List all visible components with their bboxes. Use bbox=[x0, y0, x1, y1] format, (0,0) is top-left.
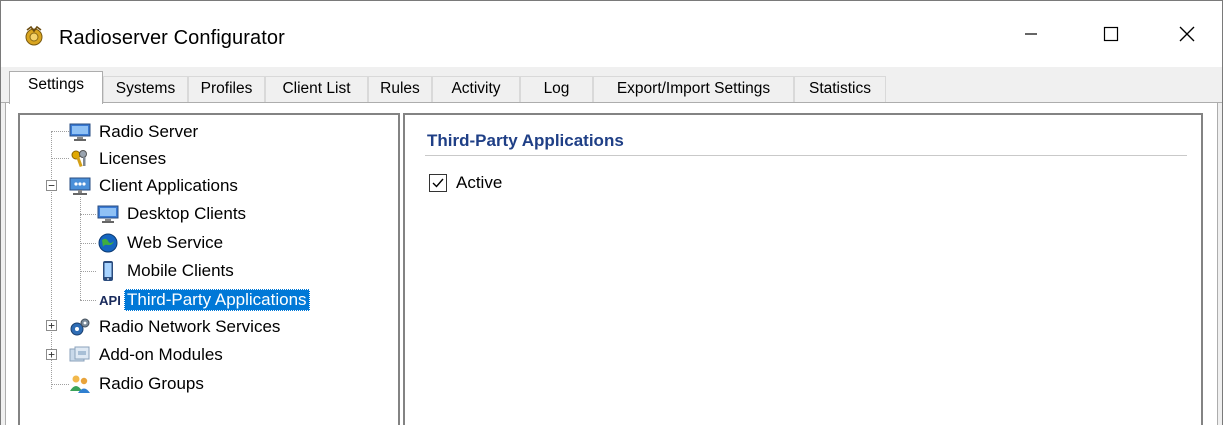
tree-connector bbox=[80, 197, 81, 300]
tree-item-radio-network-services[interactable]: Radio Network Services bbox=[68, 314, 283, 340]
phone-icon bbox=[96, 260, 120, 282]
checkmark-icon bbox=[432, 178, 444, 188]
tree-item-radio-groups[interactable]: Radio Groups bbox=[68, 371, 207, 397]
maximize-icon bbox=[1103, 26, 1119, 42]
title-bar[interactable]: Radioserver Configurator bbox=[1, 1, 1222, 67]
tab-label: Statistics bbox=[808, 80, 871, 97]
tab-label: Log bbox=[543, 80, 570, 97]
tab-label: Profiles bbox=[200, 80, 253, 97]
tab-label: Settings bbox=[27, 76, 84, 93]
details-panel: Third-Party Applications Active bbox=[403, 113, 1203, 425]
section-divider bbox=[425, 155, 1187, 156]
tree-item-label: Radio Groups bbox=[99, 374, 204, 393]
app-window: Radioserver Configurator Settings System… bbox=[0, 0, 1223, 425]
tree-item-third-party-applications[interactable]: API Third-Party Applications bbox=[96, 287, 310, 313]
tree-item-label: Add-on Modules bbox=[99, 345, 223, 364]
tab-label: Activity bbox=[451, 80, 501, 97]
active-checkbox[interactable] bbox=[429, 174, 447, 192]
tree-item-desktop-clients[interactable]: Desktop Clients bbox=[96, 201, 249, 227]
tab-settings[interactable]: Settings bbox=[9, 71, 103, 104]
tree-item-label: Third-Party Applications bbox=[124, 289, 310, 311]
tree-item-mobile-clients[interactable]: Mobile Clients bbox=[96, 258, 237, 284]
tab-label: Client List bbox=[282, 80, 351, 97]
tab-activity[interactable]: Activity bbox=[432, 76, 520, 103]
monitor-icon bbox=[96, 203, 120, 225]
api-icon: API bbox=[99, 292, 121, 308]
tree-connector bbox=[80, 243, 96, 244]
app-icon bbox=[25, 25, 43, 46]
group-icon bbox=[68, 373, 92, 395]
expand-toggle[interactable]: + bbox=[46, 320, 57, 331]
tab-label: Export/Import Settings bbox=[616, 80, 771, 97]
tree-item-licenses[interactable]: Licenses bbox=[68, 146, 169, 172]
tree-item-radio-server[interactable]: Radio Server bbox=[68, 119, 201, 145]
expand-toggle[interactable]: + bbox=[46, 349, 57, 360]
settings-tree[interactable]: Radio Server Licenses − Client Applicati… bbox=[18, 113, 400, 425]
tab-systems[interactable]: Systems bbox=[103, 76, 188, 103]
globe-icon bbox=[96, 232, 120, 254]
tree-item-label: Radio Network Services bbox=[99, 317, 281, 336]
active-checkbox-row[interactable]: Active bbox=[429, 173, 502, 193]
tab-statistics[interactable]: Statistics bbox=[794, 76, 886, 103]
tree-item-label: Radio Server bbox=[99, 122, 199, 141]
tree-connector bbox=[51, 131, 69, 132]
tab-export-import-settings[interactable]: Export/Import Settings bbox=[593, 76, 794, 103]
tree-item-label: Desktop Clients bbox=[127, 204, 247, 223]
minimize-button[interactable] bbox=[996, 1, 1066, 67]
tree-connector bbox=[51, 384, 69, 385]
tree-connector bbox=[80, 214, 96, 215]
tab-label: Systems bbox=[115, 80, 176, 97]
window-title: Radioserver Configurator bbox=[59, 27, 285, 49]
collapse-toggle[interactable]: − bbox=[46, 180, 57, 191]
close-button[interactable] bbox=[1152, 1, 1222, 67]
close-icon bbox=[1179, 26, 1195, 42]
maximize-button[interactable] bbox=[1076, 1, 1146, 67]
tree-connector bbox=[51, 158, 69, 159]
tree-connector bbox=[80, 271, 96, 272]
modules-icon bbox=[68, 344, 92, 366]
tab-strip: Settings Systems Profiles Client List Ru… bbox=[1, 67, 1222, 104]
monitor-icon bbox=[68, 121, 92, 143]
tree-item-add-on-modules[interactable]: Add-on Modules bbox=[68, 342, 226, 368]
tab-profiles[interactable]: Profiles bbox=[188, 76, 265, 103]
active-checkbox-label: Active bbox=[456, 173, 503, 192]
tree-item-label: Web Service bbox=[127, 233, 224, 252]
tab-label: Rules bbox=[380, 80, 420, 97]
tree-item-label: Client Applications bbox=[99, 176, 238, 195]
gears-icon bbox=[68, 316, 92, 338]
tree-connector bbox=[80, 300, 96, 301]
keys-icon bbox=[68, 148, 92, 170]
tree-item-label: Mobile Clients bbox=[127, 261, 234, 280]
network-icon bbox=[68, 175, 92, 197]
tab-client-list[interactable]: Client List bbox=[265, 76, 368, 103]
tab-rules[interactable]: Rules bbox=[368, 76, 432, 103]
tree-item-client-applications[interactable]: Client Applications bbox=[68, 173, 241, 199]
section-title: Third-Party Applications bbox=[427, 131, 624, 150]
minimize-icon bbox=[1025, 33, 1037, 35]
tab-log[interactable]: Log bbox=[520, 76, 593, 103]
settings-page: Radio Server Licenses − Client Applicati… bbox=[5, 103, 1218, 425]
tree-item-label: Licenses bbox=[99, 149, 167, 168]
tree-item-web-service[interactable]: Web Service bbox=[96, 230, 226, 256]
